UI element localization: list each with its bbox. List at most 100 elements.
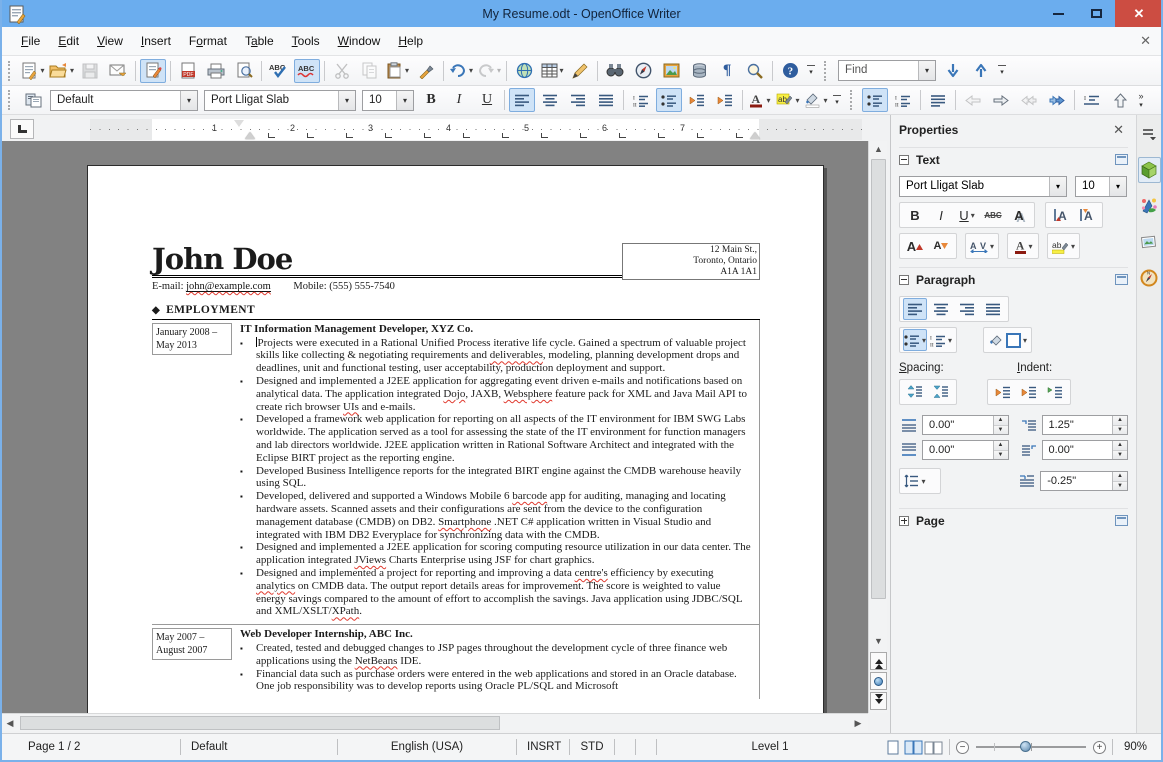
page-dialog-launcher-icon[interactable] bbox=[1115, 515, 1128, 526]
align-left-button[interactable] bbox=[509, 88, 535, 112]
sidebar-bold-button[interactable]: B bbox=[903, 204, 927, 226]
redo-button[interactable]: ▾ bbox=[476, 59, 502, 83]
open-dropdown-icon[interactable]: ▾ bbox=[70, 66, 74, 75]
book-view-button[interactable] bbox=[923, 738, 943, 756]
sidebar-font-size-select[interactable]: 10 ▾ bbox=[1075, 176, 1127, 197]
line-spacing-button[interactable]: ▾ bbox=[903, 470, 927, 492]
decrease-indent-button-sb[interactable] bbox=[1017, 381, 1041, 403]
toolbar-overflow-button[interactable]: ▾ bbox=[804, 59, 818, 83]
justify-button[interactable] bbox=[593, 88, 619, 112]
left-indent-marker[interactable] bbox=[245, 132, 255, 139]
zoom-in-button[interactable]: + bbox=[1093, 740, 1106, 754]
new-document-dropdown-icon[interactable]: ▾ bbox=[40, 66, 44, 75]
sidebar-underline-button[interactable]: U ▾ bbox=[955, 204, 979, 226]
text-section-header[interactable]: Text bbox=[899, 147, 1128, 171]
spin-up-icon[interactable]: ▲ bbox=[1113, 416, 1127, 426]
next-page-button[interactable] bbox=[870, 692, 887, 710]
formatting-toolbar-grip[interactable] bbox=[8, 90, 15, 110]
after-indent-field[interactable]: 0.00" ▲ ▼ bbox=[1041, 440, 1128, 460]
promote-with-subpoints-button[interactable] bbox=[1016, 88, 1042, 112]
redo-dropdown-icon[interactable]: ▾ bbox=[497, 66, 501, 75]
collapse-icon[interactable] bbox=[899, 274, 909, 285]
sidebar-align-right-button[interactable] bbox=[955, 298, 979, 320]
decrease-font-button[interactable]: A bbox=[929, 235, 953, 257]
highlight-dropdown-icon[interactable]: ▾ bbox=[795, 96, 799, 105]
scroll-right-button[interactable]: ▶ bbox=[850, 715, 866, 731]
statusbar-style[interactable]: Default bbox=[181, 741, 337, 753]
background-color-button[interactable]: ▾ bbox=[803, 88, 829, 112]
spin-down-icon[interactable]: ▼ bbox=[1113, 481, 1127, 490]
print-button[interactable] bbox=[203, 59, 229, 83]
find-dropdown-icon[interactable]: ▾ bbox=[918, 61, 936, 80]
decrease-paragraph-spacing-button[interactable] bbox=[929, 381, 953, 403]
paragraph-background-button[interactable]: ▾ bbox=[987, 329, 1028, 351]
align-center-button[interactable] bbox=[537, 88, 563, 112]
maximize-button[interactable] bbox=[1077, 0, 1115, 27]
sidebar-highlight-button[interactable]: ab ▾ bbox=[1051, 235, 1076, 257]
previous-page-button[interactable] bbox=[870, 652, 887, 670]
sidebar-align-center-button[interactable] bbox=[929, 298, 953, 320]
new-document-button[interactable]: ▾ bbox=[20, 59, 46, 83]
close-button[interactable]: ✕ bbox=[1115, 0, 1161, 27]
paragraph-style-select[interactable]: Default ▾ bbox=[50, 89, 198, 111]
italic-button[interactable]: I bbox=[446, 88, 472, 112]
tab-type-selector[interactable] bbox=[10, 119, 34, 139]
zoom-out-button[interactable]: − bbox=[956, 740, 969, 754]
move-up-button[interactable] bbox=[1107, 88, 1133, 112]
paragraph-dialog-launcher-icon[interactable] bbox=[1115, 274, 1128, 285]
undo-button[interactable]: ▾ bbox=[448, 59, 474, 83]
statusbar-zoom-percent[interactable]: 90% bbox=[1113, 741, 1161, 753]
vertical-scrollbar[interactable]: ▲ ▼ bbox=[868, 141, 887, 713]
scroll-left-button[interactable]: ◀ bbox=[2, 715, 18, 731]
multi-page-view-button[interactable] bbox=[903, 738, 923, 756]
spin-down-icon[interactable]: ▼ bbox=[993, 450, 1008, 459]
show-draw-functions-button[interactable] bbox=[567, 59, 593, 83]
paste-button[interactable]: ▾ bbox=[385, 59, 411, 83]
navigation-button[interactable] bbox=[870, 672, 887, 690]
increase-indent-button[interactable] bbox=[712, 88, 738, 112]
font-color-dropdown-icon[interactable]: ▾ bbox=[766, 96, 770, 105]
toolbar-grip[interactable] bbox=[8, 60, 15, 81]
spin-up-icon[interactable]: ▲ bbox=[1113, 472, 1127, 482]
insert-table-button[interactable]: ▾ bbox=[539, 59, 565, 83]
sidebar-align-left-button[interactable] bbox=[903, 298, 927, 320]
statusbar-selection-mode[interactable]: STD bbox=[570, 741, 614, 753]
bold-button[interactable]: B bbox=[418, 88, 444, 112]
below-spacing-field[interactable]: 0.00" ▲ ▼ bbox=[922, 440, 1009, 460]
decrease-indent-button[interactable] bbox=[684, 88, 710, 112]
zoom-slider[interactable] bbox=[976, 741, 1086, 752]
increase-spacing-button[interactable]: A bbox=[1049, 204, 1073, 226]
promote-level-button[interactable] bbox=[960, 88, 986, 112]
spin-up-icon[interactable]: ▲ bbox=[1113, 441, 1127, 451]
increase-paragraph-spacing-button[interactable] bbox=[903, 381, 927, 403]
list-toolbar-grip[interactable] bbox=[850, 90, 857, 110]
find-toolbar-overflow-button[interactable]: ▾ bbox=[995, 59, 1009, 83]
font-size-select[interactable]: 10 ▾ bbox=[362, 89, 414, 111]
horizontal-ruler[interactable]: 1 2 3 4 5 6 7 bbox=[90, 119, 862, 140]
hyperlink-button[interactable] bbox=[511, 59, 537, 83]
undo-dropdown-icon[interactable]: ▾ bbox=[469, 66, 473, 75]
vertical-scroll-thumb[interactable] bbox=[871, 159, 886, 599]
menu-window[interactable]: Window bbox=[329, 29, 390, 53]
before-indent-field[interactable]: 1.25" ▲ ▼ bbox=[1041, 415, 1128, 435]
open-button[interactable]: ▾ bbox=[48, 59, 75, 83]
horizontal-scroll-thumb[interactable] bbox=[20, 716, 500, 730]
list-toolbar-overflow-button[interactable]: » ▾ bbox=[1134, 88, 1148, 112]
email-button[interactable] bbox=[105, 59, 131, 83]
minimize-button[interactable] bbox=[1039, 0, 1077, 27]
expand-icon[interactable] bbox=[899, 515, 909, 526]
menu-edit[interactable]: Edit bbox=[49, 29, 88, 53]
sidebar-tab-navigator[interactable]: N bbox=[1138, 265, 1161, 291]
menu-insert[interactable]: Insert bbox=[132, 29, 180, 53]
page-section-header[interactable]: Page bbox=[899, 508, 1128, 532]
insert-unnumbered-entry-button[interactable]: I bbox=[1079, 88, 1105, 112]
sidebar-italic-button[interactable]: I bbox=[929, 204, 953, 226]
statusbar-language[interactable]: English (USA) bbox=[338, 741, 516, 753]
paragraph-section-header[interactable]: Paragraph bbox=[899, 267, 1128, 291]
formatting-overflow-button[interactable]: ▾ bbox=[830, 88, 844, 112]
firstline-indent-field[interactable]: -0.25" ▲ ▼ bbox=[1040, 471, 1128, 491]
demote-level-button[interactable] bbox=[988, 88, 1014, 112]
spin-down-icon[interactable]: ▼ bbox=[993, 425, 1008, 434]
spin-down-icon[interactable]: ▼ bbox=[1113, 450, 1127, 459]
table-dropdown-icon[interactable]: ▾ bbox=[560, 66, 564, 75]
